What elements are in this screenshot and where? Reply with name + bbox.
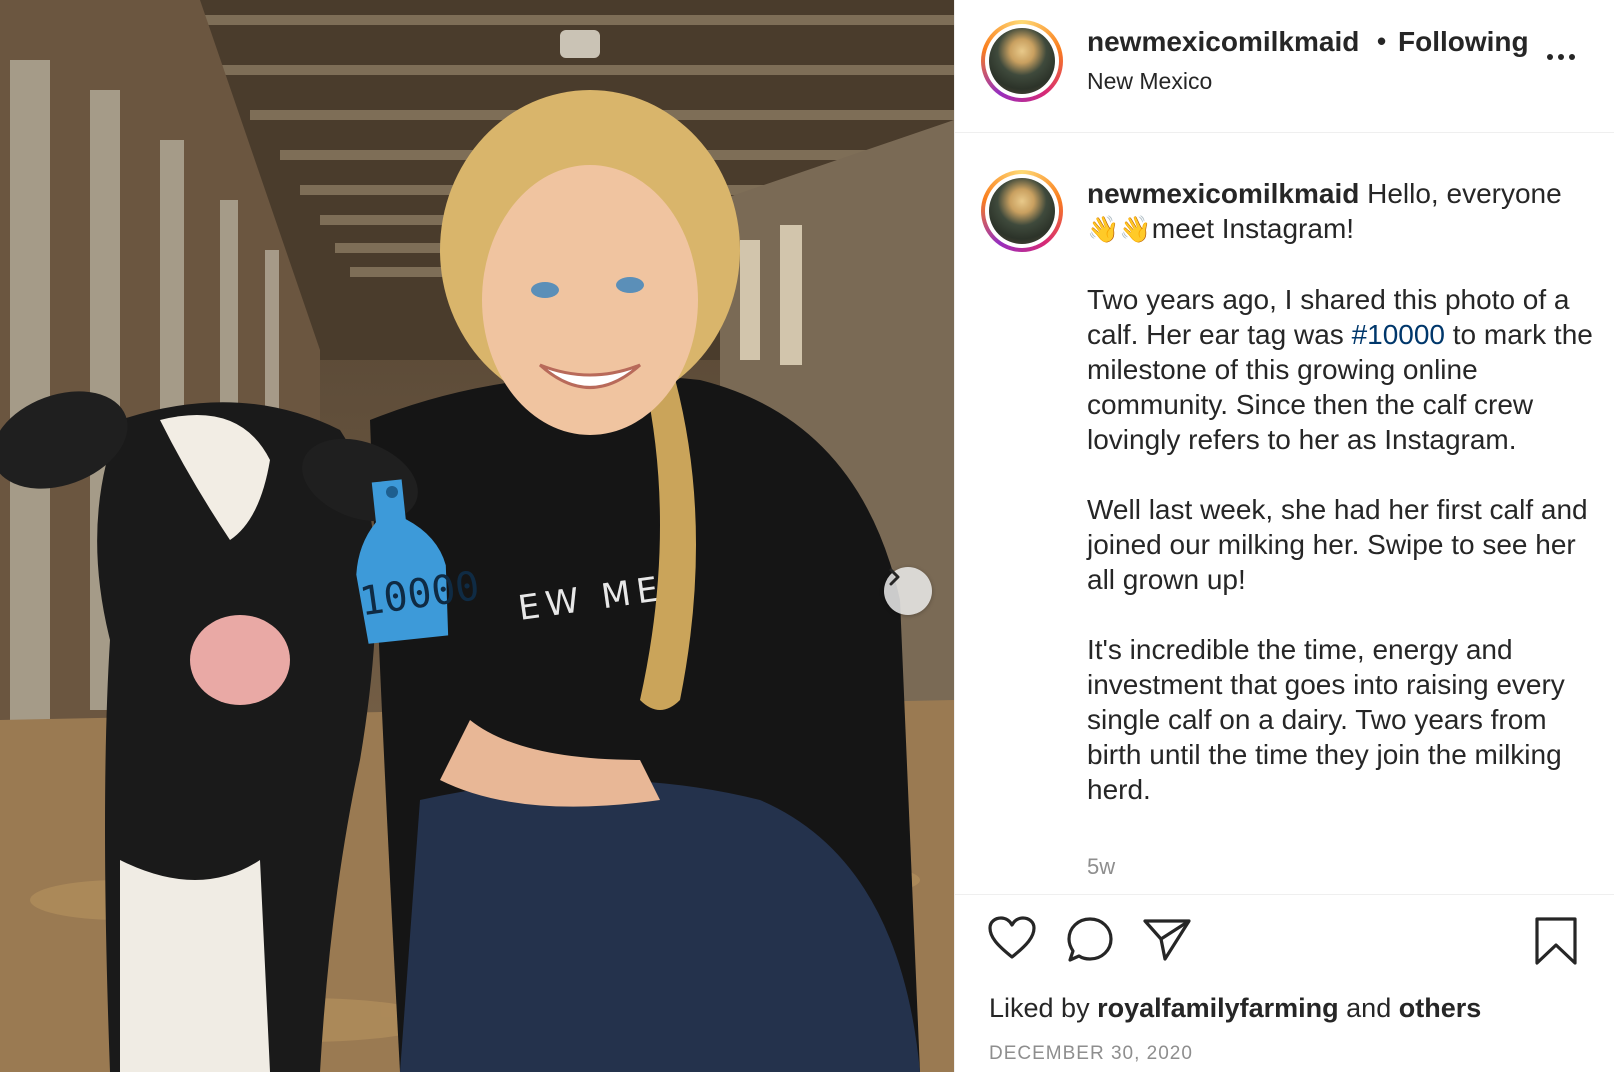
heart-icon[interactable] (987, 915, 1037, 961)
hashtag-link[interactable]: #10000 (1352, 319, 1445, 350)
liked-others[interactable]: others (1399, 993, 1482, 1023)
header-username[interactable]: newmexicomilkmaid (1087, 26, 1359, 58)
instagram-post: EW ME 10000 newmexicomilkmaid • Followin… (0, 0, 1614, 1072)
avatar-image (989, 28, 1055, 94)
header-separator: • (1377, 26, 1387, 56)
photo-illustration: EW ME 10000 (0, 0, 954, 1072)
comment-icon[interactable] (1065, 915, 1115, 965)
post-photo[interactable]: EW ME 10000 (0, 0, 954, 1072)
caption-greeting-2: meet Instagram! (1151, 213, 1355, 244)
next-photo-button[interactable] (884, 567, 932, 615)
more-icon[interactable] (1547, 54, 1575, 60)
caption-text: newmexicomilkmaid Hello, everyone 👋👋meet… (1087, 176, 1597, 842)
liked-and: and (1338, 993, 1399, 1023)
caption-paragraph-2: Well last week, she had her first calf a… (1087, 494, 1588, 595)
caption-avatar[interactable] (981, 170, 1063, 252)
action-bar: Liked by royalfamilyfarming and others D… (955, 894, 1614, 1072)
caption-area: newmexicomilkmaid Hello, everyone 👋👋meet… (955, 134, 1614, 894)
post-location[interactable]: New Mexico (1087, 68, 1212, 95)
post-side-panel: newmexicomilkmaid • Following New Mexico… (954, 0, 1614, 1072)
post-time-ago[interactable]: 5w (1087, 854, 1115, 880)
caption-username[interactable]: newmexicomilkmaid (1087, 178, 1359, 209)
avatar[interactable] (981, 20, 1063, 102)
waving-hand-emoji: 👋👋 (1087, 214, 1152, 244)
caption-paragraph-3: It's incredible the time, energy and inv… (1087, 634, 1565, 805)
caption-paragraph-1: Two years ago, I shared this photo of a … (1087, 282, 1597, 457)
following-button[interactable]: Following (1398, 26, 1529, 58)
liked-prefix: Liked by (989, 993, 1098, 1023)
likes-summary: Liked by royalfamilyfarming and others (989, 993, 1481, 1024)
bookmark-icon[interactable] (1533, 915, 1579, 967)
caption-greeting: Hello, everyone (1367, 178, 1562, 209)
share-icon[interactable] (1141, 915, 1193, 963)
liked-username[interactable]: royalfamilyfarming (1097, 993, 1339, 1023)
post-header: newmexicomilkmaid • Following New Mexico (955, 0, 1614, 133)
chevron-right-icon (889, 568, 900, 586)
caption-avatar-image (989, 178, 1055, 244)
post-date[interactable]: DECEMBER 30, 2020 (989, 1043, 1193, 1065)
